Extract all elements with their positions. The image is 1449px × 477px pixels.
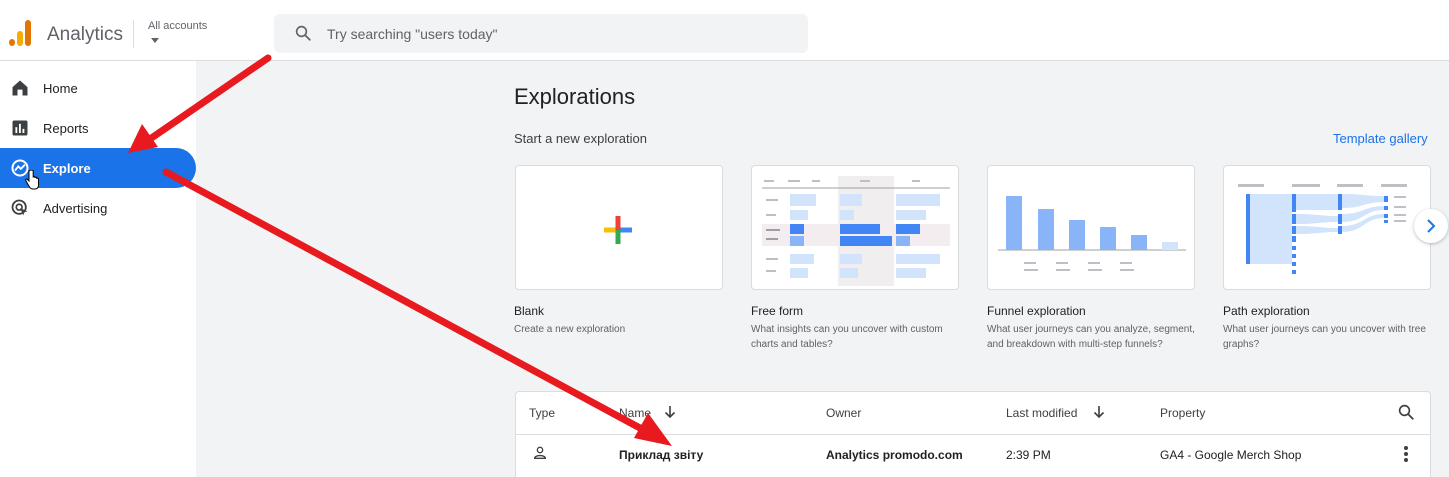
sidebar-item-explore[interactable]: Explore [0, 148, 196, 190]
column-header-type[interactable]: Type [529, 406, 555, 420]
path-illustration-icon [1238, 184, 1407, 274]
header-divider [516, 434, 1430, 435]
template-description: Create a new exploration [514, 324, 626, 335]
column-header-property[interactable]: Property [1160, 406, 1205, 420]
account-selector-label[interactable]: All accounts [148, 20, 207, 32]
free-form-illustration-icon [762, 176, 950, 286]
next-templates-button[interactable] [1414, 209, 1448, 243]
funnel-illustration-icon [998, 196, 1186, 271]
advertising-icon [11, 199, 28, 216]
chevron-right-icon [1427, 219, 1436, 233]
template-name: Blank [514, 304, 545, 318]
template-card-free-form[interactable] [751, 165, 959, 290]
template-card-path-exploration[interactable] [1223, 165, 1431, 290]
template-name: Path exploration [1223, 304, 1310, 318]
home-icon [12, 80, 28, 96]
template-description: What user journeys can you analyze, segm… [987, 324, 1195, 350]
column-header-owner[interactable]: Owner [826, 406, 861, 420]
analytics-logo-icon[interactable] [9, 20, 31, 46]
column-header-last-modified[interactable]: Last modified [1006, 406, 1077, 420]
row-owner: Analytics promodo.com [826, 448, 963, 462]
row-property: GA4 - Google Merch Shop [1160, 448, 1302, 462]
search-icon [295, 25, 311, 41]
column-header-name[interactable]: Name [619, 406, 651, 420]
search-input[interactable] [327, 23, 767, 45]
template-name: Free form [751, 304, 804, 318]
section-subtitle: Start a new exploration [514, 131, 647, 146]
more-vert-icon[interactable] [1403, 445, 1409, 463]
template-gallery-link[interactable]: Template gallery [1333, 131, 1428, 146]
sidebar-item-advertising[interactable]: Advertising [0, 188, 196, 228]
sidebar-item-home[interactable]: Home [0, 68, 196, 108]
sort-arrow-down-icon[interactable] [664, 405, 676, 419]
header-divider [133, 20, 134, 48]
template-name: Funnel exploration [987, 304, 1086, 318]
bar-chart-icon [12, 120, 28, 136]
caret-down-icon[interactable] [151, 38, 159, 43]
search-bar[interactable] [274, 14, 808, 53]
sort-arrow-down-icon[interactable] [1093, 405, 1105, 419]
sidebar-item-label: Home [43, 81, 78, 96]
top-app-bar: Analytics All accounts [0, 0, 1449, 61]
sidebar-item-label: Advertising [43, 201, 108, 216]
hand-cursor-icon [25, 170, 39, 190]
explorations-table: Type Name Owner Last modified Property П… [515, 391, 1431, 477]
template-description: What insights can you uncover with custo… [751, 324, 943, 350]
row-name[interactable]: Приклад звіту [619, 448, 703, 462]
plus-icon [604, 216, 632, 244]
sidebar: Home Reports Explore Advertising [0, 61, 196, 477]
table-search-icon[interactable] [1397, 403, 1415, 421]
page-title: Explorations [514, 84, 636, 109]
template-card-blank[interactable] [515, 165, 723, 290]
sidebar-item-label: Explore [43, 161, 91, 176]
row-last-modified: 2:39 PM [1006, 448, 1051, 462]
person-icon [533, 446, 547, 459]
template-card-funnel-exploration[interactable] [987, 165, 1195, 290]
app-title[interactable]: Analytics [47, 24, 123, 46]
sidebar-item-label: Reports [43, 121, 89, 136]
sidebar-item-reports[interactable]: Reports [0, 108, 196, 148]
template-description: What user journeys can you uncover with … [1223, 324, 1426, 350]
